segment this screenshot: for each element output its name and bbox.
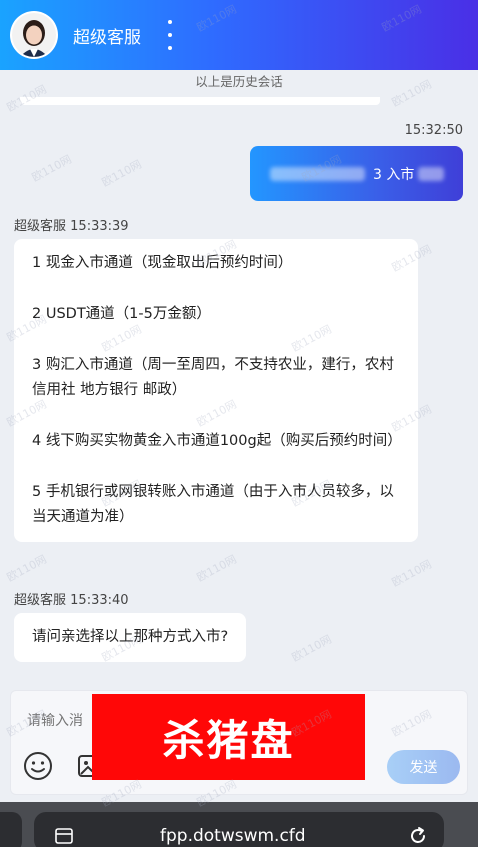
message-text: 请问亲选择以上那种方式入市? [32, 629, 229, 645]
history-divider: 以上是历史会话 [195, 74, 283, 89]
message-timestamp: 15:33:39 [70, 219, 129, 234]
send-button[interactable]: 发送 [387, 750, 460, 784]
received-message-bubble: 请问亲选择以上那种方式入市? [14, 613, 247, 662]
option-line: 5 手机银行或网银转账入市通道（由于入市人员较多，以当天通道为准） [32, 484, 394, 525]
option-line: 2 USDT通道（1-5万金额） [32, 306, 211, 322]
sender-name: 超级客服 [14, 593, 67, 608]
more-menu-icon[interactable] [163, 20, 177, 50]
message-timestamp: 15:33:40 [70, 593, 129, 608]
browser-tab-button[interactable] [0, 812, 22, 847]
message-timestamp: 15:32:50 [404, 123, 463, 138]
sender-line: 超级客服 15:33:39 [14, 215, 129, 234]
agent-avatar[interactable] [10, 11, 58, 59]
agent-name: 超级客服 [73, 28, 141, 48]
sender-name: 超级客服 [14, 219, 67, 234]
emoji-icon[interactable] [23, 751, 53, 781]
chat-header: 超级客服 [0, 0, 478, 70]
sent-message-bubble: 3 入市 [250, 146, 463, 201]
tabs-icon[interactable] [55, 828, 73, 844]
option-line: 4 线下购买实物黄金入市通道100g起（购买后预约时间） [32, 433, 402, 449]
message-input[interactable] [27, 713, 97, 729]
previous-message-fragment [20, 97, 380, 105]
redacted-text [270, 166, 365, 181]
url-text: fpp.dotwswm.cfd [160, 826, 306, 846]
option-line: 1 现金入市通道（现金取出后预约时间） [32, 255, 293, 271]
sender-line: 超级客服 15:33:40 [14, 589, 129, 608]
redacted-text [418, 166, 445, 181]
warning-banner: 杀猪盘 [92, 694, 365, 780]
sent-message-text: 3 入市 [373, 166, 415, 183]
reload-icon[interactable] [408, 826, 428, 846]
received-message-bubble: 1 现金入市通道（现金取出后预约时间） 2 USDT通道（1-5万金额） 3 购… [14, 239, 418, 542]
option-line: 3 购汇入市通道（周一至周四，不支持农业，建行，农村信用社 地方银行 邮政） [32, 357, 394, 398]
